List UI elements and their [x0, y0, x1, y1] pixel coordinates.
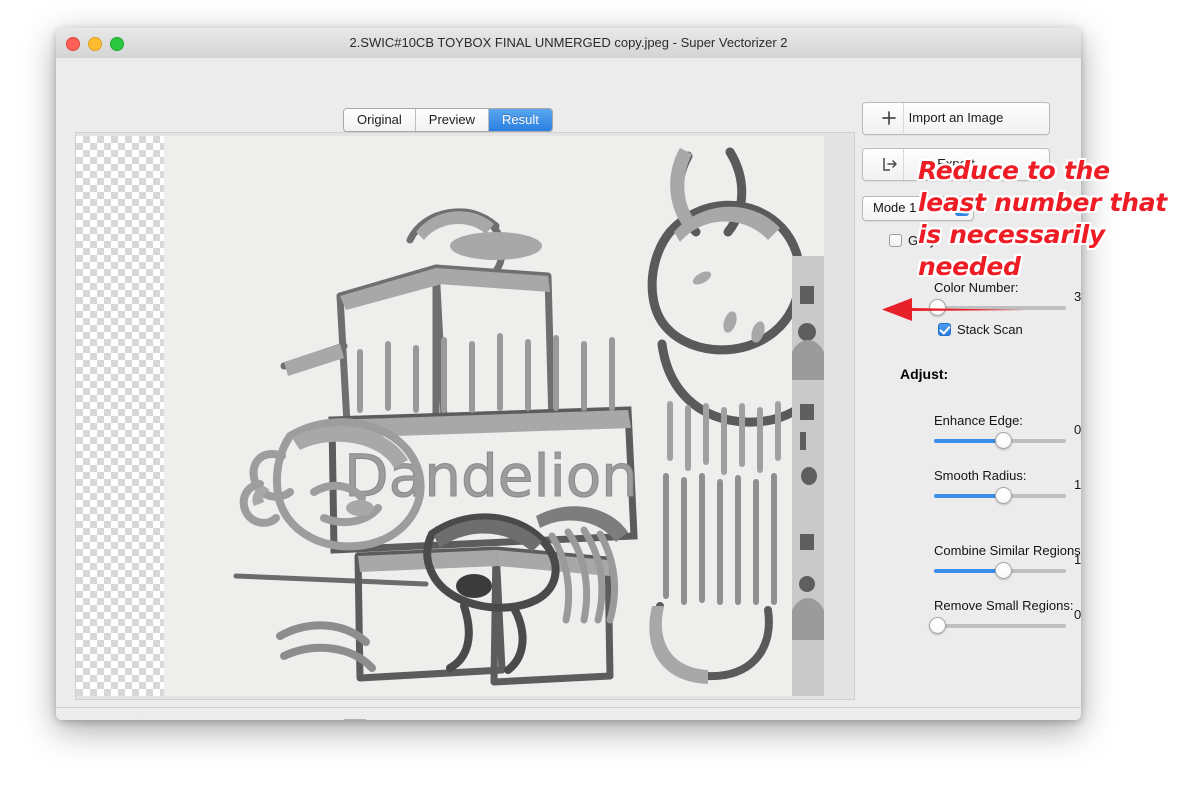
updown-arrows-icon — [955, 200, 969, 216]
remove-small-regions-knob[interactable] — [929, 617, 946, 634]
tab-original[interactable]: Original — [344, 109, 416, 131]
adjust-section-title: Adjust: — [900, 366, 948, 382]
mode-dropdown[interactable]: Mode 1 — [862, 196, 974, 221]
enhance-edge-slider[interactable] — [934, 432, 1066, 450]
color-number-knob[interactable] — [929, 299, 946, 316]
color-number-label: Color Number: — [934, 280, 1019, 295]
smooth-radius-label: Smooth Radius: — [934, 468, 1027, 483]
color-number-slider[interactable] — [934, 299, 1066, 317]
gray-checkbox-label: Gray — [908, 233, 936, 248]
control-sidebar: Import an Image Export Mode 1 — [862, 102, 1062, 194]
image-canvas[interactable]: Dandelion — [75, 132, 855, 700]
combine-similar-regions-label: Combine Similar Regions: — [934, 543, 1081, 558]
remove-small-regions-track — [934, 624, 1066, 628]
window-body: Original Preview Result — [56, 58, 1081, 720]
screenshot-root: 2.SWIC#10CB TOYBOX FINAL UNMERGED copy.j… — [0, 0, 1178, 802]
bottom-toolbar: 71% Render image completed. — [56, 707, 1081, 720]
artwork-svg: Dandelion — [164, 136, 824, 696]
enhance-edge-label: Enhance Edge: — [934, 413, 1023, 428]
view-mode-tabs: Original Preview Result — [343, 108, 553, 132]
import-image-button[interactable]: Import an Image — [862, 102, 1050, 135]
stack-scan-checkbox-box[interactable] — [938, 323, 951, 336]
stack-scan-label: Stack Scan — [957, 322, 1023, 337]
mode-dropdown-value: Mode 1 — [873, 197, 916, 219]
export-button[interactable]: Export — [862, 148, 1050, 181]
color-number-value: 3 — [1074, 289, 1081, 304]
remove-small-regions-label: Remove Small Regions: — [934, 598, 1073, 613]
smooth-radius-fill — [934, 494, 1003, 498]
enhance-edge-fill — [934, 439, 1003, 443]
combine-similar-regions-fill — [934, 569, 1003, 573]
transparency-checkerboard — [76, 136, 164, 696]
gray-checkbox-box[interactable] — [889, 234, 902, 247]
remove-small-regions-value: 0 — [1074, 607, 1081, 622]
smooth-radius-value: 15 — [1074, 477, 1081, 492]
stack-scan-checkbox[interactable]: Stack Scan — [938, 322, 1023, 337]
enhance-edge-value: 0.49 — [1074, 422, 1081, 437]
application-window: 2.SWIC#10CB TOYBOX FINAL UNMERGED copy.j… — [56, 28, 1081, 720]
export-label: Export — [863, 149, 1049, 179]
tab-preview[interactable]: Preview — [416, 109, 489, 131]
combine-similar-regions-slider[interactable] — [934, 562, 1066, 580]
vectorized-artwork: Dandelion — [164, 136, 824, 696]
gray-checkbox[interactable]: Gray — [889, 233, 936, 248]
smooth-radius-knob[interactable] — [995, 487, 1012, 504]
enhance-edge-knob[interactable] — [995, 432, 1012, 449]
combine-similar-regions-knob[interactable] — [995, 562, 1012, 579]
fit-to-screen-button[interactable] — [344, 719, 366, 720]
window-title: 2.SWIC#10CB TOYBOX FINAL UNMERGED copy.j… — [56, 28, 1081, 57]
combine-similar-regions-value: 150 — [1074, 552, 1081, 567]
color-number-track — [934, 306, 1066, 310]
import-image-label: Import an Image — [863, 103, 1049, 133]
smooth-radius-slider[interactable] — [934, 487, 1066, 505]
tab-result[interactable]: Result — [489, 109, 552, 131]
title-bar: 2.SWIC#10CB TOYBOX FINAL UNMERGED copy.j… — [56, 28, 1081, 59]
remove-small-regions-slider[interactable] — [934, 617, 1066, 635]
